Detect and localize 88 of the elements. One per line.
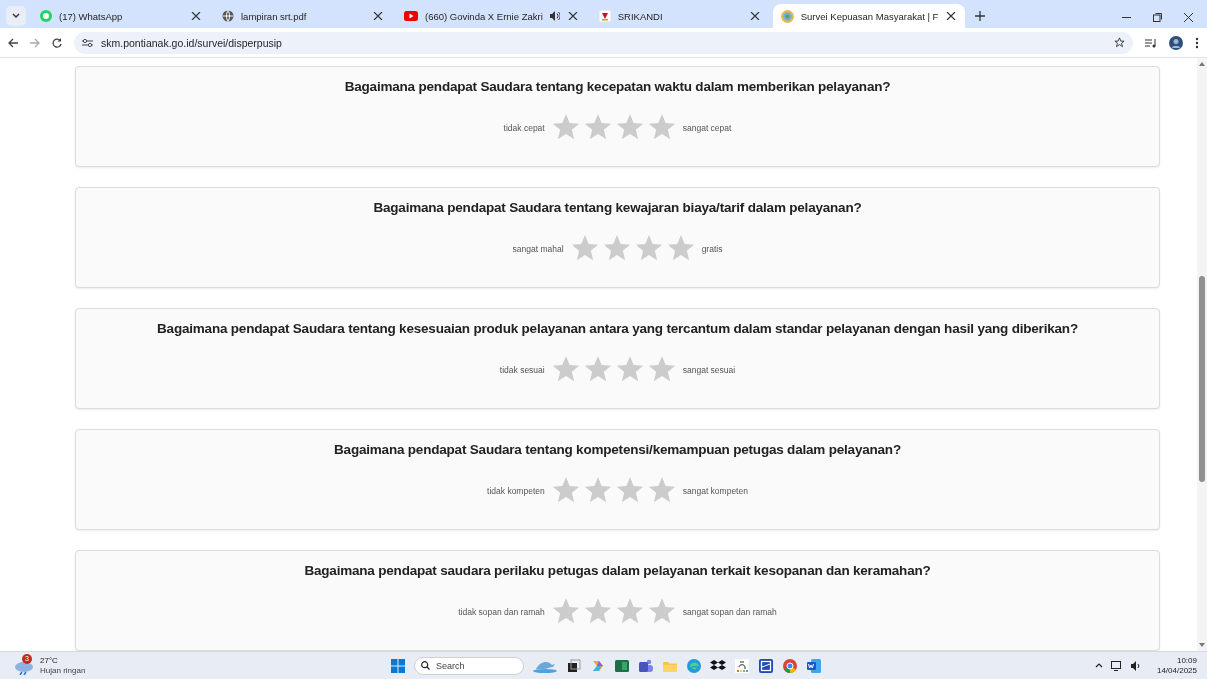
browser-tab[interactable]: lampiran srt.pdf [214,4,392,28]
globe-icon [222,10,234,22]
scale-high-label: gratis [701,243,723,254]
scale-high-label: sangat kompeten [682,485,748,496]
scroll-up-icon[interactable] [1199,62,1205,66]
empty-star-icon[interactable] [647,114,676,141]
question-text: Bagaimana pendapat Saudara tentang kesesuaian produk pelayanan antara yang tercantum dalam standar pelayanan dengan hasil yang diberikan? [156,321,1079,336]
empty-star-icon[interactable] [647,356,676,383]
colored-dots-app-icon[interactable] [734,657,750,674]
scale-high-label: sangat sopan dan ramah [682,606,777,617]
empty-star-icon[interactable] [583,114,612,141]
search-icon [421,661,430,671]
empty-star-icon[interactable] [615,114,644,141]
empty-star-icon[interactable] [570,235,599,262]
question-text: Bagaimana pendapat saudara perilaku petugas dalam pelayanan terkait kesopanan dan keramahan? [303,563,932,578]
scrollbar-thumb[interactable] [1199,276,1205,482]
chat-icon [40,10,52,22]
emblem-icon [598,10,611,22]
browser-tab[interactable]: (17) WhatsApp [32,4,210,28]
start-windows-icon[interactable] [390,657,406,674]
scale-low-label: sangat mahal [512,243,564,254]
scale-low-label: tidak kompeten [487,485,545,496]
question-text: Bagaimana pendapat Saudara tentang kewajaran biaya/tarif dalam pelayanan? [372,200,863,215]
close-icon[interactable] [1184,13,1193,22]
weather-condition-text: Hujan ringan [40,665,86,676]
question-text: Bagaimana pendapat Saudara tentang kompetensi/kemampuan petugas dalam pelayanan? [333,442,902,457]
clock-date[interactable]: 14/04/2025 [1156,665,1197,676]
spreadsheet-app-icon[interactable] [614,657,630,674]
seal-icon [780,9,794,23]
empty-star-icon[interactable] [583,598,612,625]
close-tab-icon[interactable] [748,12,761,20]
clock-time[interactable]: 10:09 [1176,655,1197,666]
word-document-icon[interactable] [806,657,822,674]
bookmark-star-icon[interactable] [1114,37,1125,48]
scanner-app-icon[interactable] [758,657,774,674]
empty-star-icon[interactable] [583,356,612,383]
scale-high-label: sangat cepat [682,122,732,133]
close-tab-icon[interactable] [372,12,384,20]
browser-tab[interactable]: (660) Govinda X Ernie Zakri [396,4,587,28]
url-text: skm.pontianak.go.id/survei/disperpusip [101,36,283,49]
scale-low-label: tidak sesuai [499,364,545,375]
empty-star-icon[interactable] [615,598,644,625]
media-controls-icon[interactable] [1145,37,1157,48]
search-placeholder: Search [436,660,466,671]
reload-icon[interactable] [52,37,62,48]
team-people-icon[interactable] [638,657,654,674]
empty-star-icon[interactable] [583,477,612,504]
close-tab-icon[interactable] [566,12,579,20]
browser-tab[interactable]: SRIKANDI [590,4,769,28]
empty-star-icon[interactable] [634,235,663,262]
scale-high-label: sangat sesuai [682,364,736,375]
scale-low-label: tidak cepat [503,122,545,133]
chevron-down-icon [12,13,20,19]
empty-star-icon[interactable] [551,356,580,383]
empty-star-icon[interactable] [551,598,580,625]
network-icon[interactable] [1110,660,1123,671]
scroll-down-icon[interactable] [1199,643,1205,648]
back-arrow-icon[interactable] [8,37,18,48]
chevron-up-icon[interactable] [1094,663,1103,669]
task-view-icon[interactable] [566,657,582,674]
empty-star-icon[interactable] [647,477,676,504]
browser-tab[interactable]: Survei Kepuasan Masyarakat | F [772,4,966,28]
more-menu-icon[interactable] [1195,36,1199,49]
close-tab-icon[interactable] [945,12,958,20]
profile-avatar-icon[interactable] [1169,35,1183,50]
speaker-icon[interactable] [1130,660,1141,671]
scale-low-label: tidak sopan dan ramah [458,606,545,617]
restore-icon[interactable] [1153,13,1162,22]
question-text: Bagaimana pendapat Saudara tentang kecepatan waktu dalam memberikan pelayanan? [343,79,892,94]
empty-star-icon[interactable] [551,477,580,504]
close-tab-icon[interactable] [190,12,202,20]
video-play-icon [404,11,418,21]
address-bar[interactable]: skm.pontianak.go.id/survei/disperpusip [74,31,1133,54]
empty-star-icon[interactable] [551,114,580,141]
empty-star-icon[interactable] [615,477,644,504]
empty-star-icon[interactable] [666,235,695,262]
taskbar-search-field[interactable]: Search [414,656,524,675]
scrollbar[interactable] [1197,58,1207,652]
tab-search-button[interactable] [6,6,26,26]
speaker-icon[interactable] [549,11,560,21]
site-settings-icon[interactable] [82,37,93,48]
new-tab-icon[interactable] [975,11,986,21]
temperature-text: 27°C [40,655,59,666]
empty-star-icon[interactable] [647,598,676,625]
empty-star-icon[interactable] [602,235,631,262]
empty-star-icon[interactable] [615,356,644,383]
forward-arrow-icon[interactable] [30,37,40,48]
wave-browser-icon[interactable] [686,657,702,674]
